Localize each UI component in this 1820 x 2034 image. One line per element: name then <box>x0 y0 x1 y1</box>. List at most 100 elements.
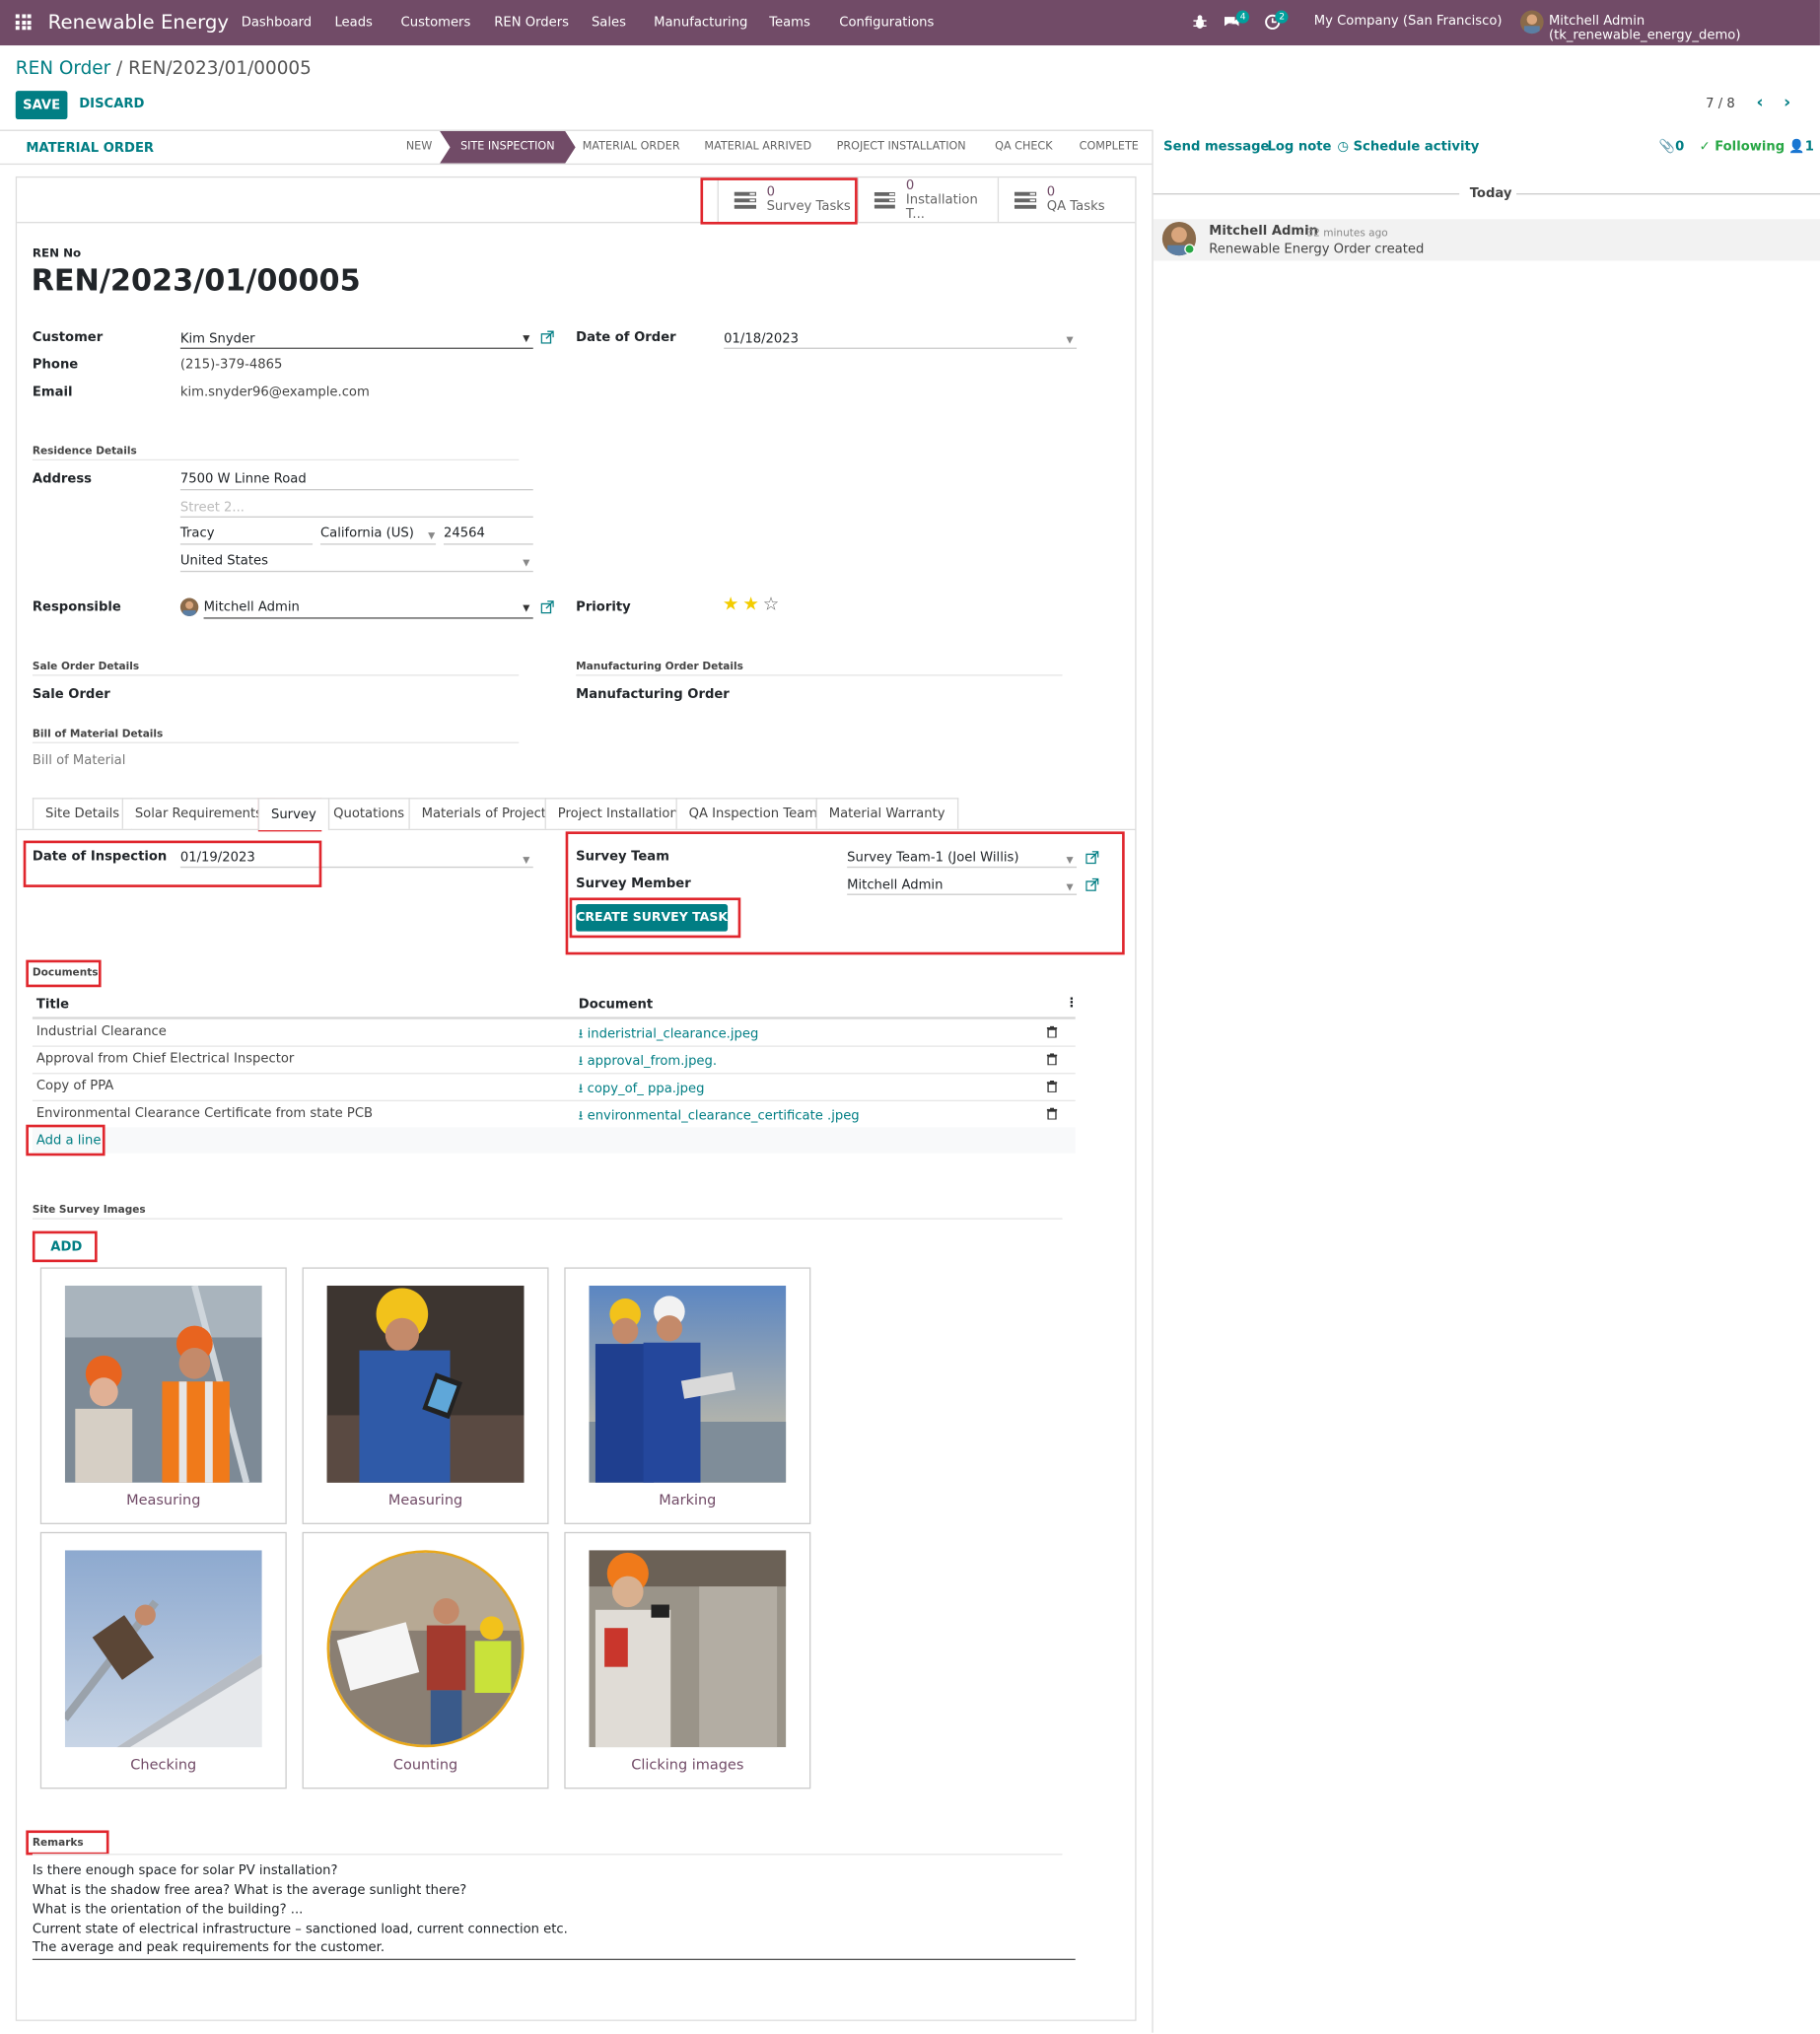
inspection-date-dropdown-icon[interactable]: ▼ <box>523 855 529 866</box>
table-row[interactable]: Copy of PPA ⭳ copy_of_ ppa.jpeg <box>32 1073 1076 1101</box>
external-link-icon[interactable] <box>540 330 554 344</box>
survey-image-card[interactable]: Counting <box>302 1531 549 1789</box>
menu-sales[interactable]: Sales <box>592 16 626 30</box>
send-message-button[interactable]: Send message <box>1163 140 1269 154</box>
date-dropdown-icon[interactable]: ▼ <box>1067 334 1074 345</box>
pager-value[interactable]: 7 / 8 <box>1706 98 1735 111</box>
document-file-cell[interactable]: ⭳ environmental_clearance_certificate .j… <box>579 1106 860 1128</box>
responsible-underline <box>203 617 533 619</box>
document-file-cell[interactable]: ⭳ inderistrial_clearance.jpeg <box>579 1024 759 1046</box>
stage-material-arrived[interactable]: MATERIAL ARRIVED <box>694 131 822 164</box>
residence-separator <box>32 458 520 461</box>
table-row[interactable]: Environmental Clearance Certificate from… <box>32 1099 1076 1128</box>
apps-menu-icon[interactable] <box>15 14 32 31</box>
menu-teams[interactable]: Teams <box>769 16 810 30</box>
survey-image-card[interactable]: Clicking images <box>564 1531 811 1789</box>
remarks-separator <box>32 1854 1063 1856</box>
next-record-icon[interactable]: › <box>1784 94 1790 113</box>
followers-button[interactable]: 👤1 <box>1788 140 1814 154</box>
country-field[interactable]: United States <box>180 554 268 568</box>
external-link-icon[interactable] <box>540 600 554 614</box>
chatter-panel: Send message Log note ◷ Schedule activit… <box>1152 129 1820 2033</box>
address-label: Address <box>32 471 93 487</box>
star-empty-icon[interactable]: ☆ <box>763 595 780 615</box>
star-filled-icon[interactable]: ★ <box>742 595 759 615</box>
stage-project-installation[interactable]: PROJECT INSTALLATION <box>826 131 976 164</box>
street-underline <box>179 489 533 491</box>
survey-image-card[interactable]: Measuring <box>302 1267 549 1524</box>
attachments-button[interactable]: 📎0 <box>1659 140 1685 154</box>
tab-quotations[interactable]: Quotations <box>319 798 418 829</box>
discard-button[interactable]: DISCARD <box>79 98 144 111</box>
state-field[interactable]: California (US) <box>320 526 414 540</box>
table-row[interactable]: Approval from Chief Electrical Inspector… <box>32 1045 1076 1074</box>
city-field[interactable]: Tracy <box>180 526 215 540</box>
column-document[interactable]: Document <box>579 998 653 1012</box>
trash-icon[interactable] <box>1046 1053 1058 1066</box>
log-note-button[interactable]: Log note <box>1267 140 1331 154</box>
user-menu[interactable]: Mitchell Admin (tk_renewable_energy_demo… <box>1549 14 1820 42</box>
bill-of-material-field[interactable]: Bill of Material <box>33 753 126 767</box>
tab-site-details[interactable]: Site Details <box>32 798 133 829</box>
survey-image-card[interactable]: Checking <box>39 1531 287 1789</box>
stage-complete[interactable]: COMPLETE <box>1069 131 1149 164</box>
installation-tasks-count: 0 <box>905 177 915 193</box>
menu-configurations[interactable]: Configurations <box>839 16 934 30</box>
survey-image-card[interactable]: Measuring <box>39 1267 287 1524</box>
document-file-name: approval_from.jpeg. <box>587 1054 718 1070</box>
stage-qa-check[interactable]: QA CHECK <box>985 131 1063 164</box>
street2-field[interactable]: Street 2... <box>180 501 245 515</box>
responsible-field[interactable]: Mitchell Admin <box>204 600 300 614</box>
tab-materials-of-project[interactable]: Materials of Project <box>408 798 560 829</box>
tab-solar-requirements[interactable]: Solar Requirements <box>121 798 276 829</box>
following-button[interactable]: ✓ Following <box>1700 140 1785 154</box>
trash-icon[interactable] <box>1046 1025 1058 1038</box>
menu-leads[interactable]: Leads <box>334 16 372 30</box>
column-options-icon[interactable]: ⋮ <box>1065 996 1078 1010</box>
responsible-dropdown-icon[interactable]: ▼ <box>523 603 529 614</box>
bug-icon[interactable] <box>1192 14 1208 30</box>
trash-icon[interactable] <box>1046 1107 1058 1120</box>
installation-tasks-button[interactable]: 0 Installation T... <box>857 177 998 222</box>
priority-stars[interactable]: ★ ★ ☆ <box>723 595 779 615</box>
customer-dropdown-icon[interactable]: ▼ <box>523 333 529 344</box>
tab-qa-inspection-team[interactable]: QA Inspection Team <box>675 798 831 829</box>
date-of-order-field[interactable]: 01/18/2023 <box>724 332 799 346</box>
star-filled-icon[interactable]: ★ <box>723 595 739 615</box>
stage-new[interactable]: NEW <box>395 131 443 164</box>
save-button[interactable]: SAVE <box>15 91 68 120</box>
street-field[interactable]: 7500 W Linne Road <box>180 472 307 486</box>
image-caption: Counting <box>392 1756 458 1774</box>
email-label: Email <box>32 385 73 400</box>
zip-field[interactable]: 24564 <box>444 526 485 540</box>
tab-survey[interactable]: Survey <box>257 798 329 831</box>
document-file-cell[interactable]: ⭳ approval_from.jpeg. <box>579 1052 717 1074</box>
table-row[interactable]: Industrial Clearance ⭳ inderistrial_clea… <box>32 1017 1076 1046</box>
tab-project-installation[interactable]: Project Installation <box>544 798 691 829</box>
menu-customers[interactable]: Customers <box>401 16 471 30</box>
customer-underline <box>179 347 533 349</box>
qa-tasks-button[interactable]: 0 QA Tasks <box>997 177 1138 222</box>
menu-ren-orders[interactable]: REN Orders <box>494 16 569 30</box>
customer-field[interactable]: Kim Snyder <box>180 332 255 346</box>
menu-dashboard[interactable]: Dashboard <box>242 16 312 30</box>
state-dropdown-icon[interactable]: ▼ <box>428 530 435 541</box>
company-switcher[interactable]: My Company (San Francisco) <box>1314 14 1503 28</box>
previous-record-icon[interactable]: ‹ <box>1756 94 1763 113</box>
date-of-order-label: Date of Order <box>576 330 676 345</box>
app-brand[interactable]: Renewable Energy <box>48 11 229 35</box>
menu-manufacturing[interactable]: Manufacturing <box>654 16 747 30</box>
column-title[interactable]: Title <box>36 998 69 1012</box>
stage-site-inspection[interactable]: SITE INSPECTION <box>440 131 576 164</box>
document-file-cell[interactable]: ⭳ copy_of_ ppa.jpeg <box>579 1080 705 1101</box>
country-dropdown-icon[interactable]: ▼ <box>523 558 529 569</box>
survey-image-card[interactable]: Marking <box>564 1267 811 1524</box>
schedule-activity-button[interactable]: ◷ Schedule activity <box>1337 140 1479 154</box>
tab-material-warranty[interactable]: Material Warranty <box>815 798 958 829</box>
breadcrumb-parent[interactable]: REN Order <box>16 58 110 79</box>
material-order-button[interactable]: MATERIAL ORDER <box>26 141 154 155</box>
trash-icon[interactable] <box>1046 1080 1058 1092</box>
breadcrumb-separator: / <box>110 58 129 80</box>
stage-material-order[interactable]: MATERIAL ORDER <box>572 131 690 164</box>
avatar[interactable] <box>1520 10 1544 35</box>
